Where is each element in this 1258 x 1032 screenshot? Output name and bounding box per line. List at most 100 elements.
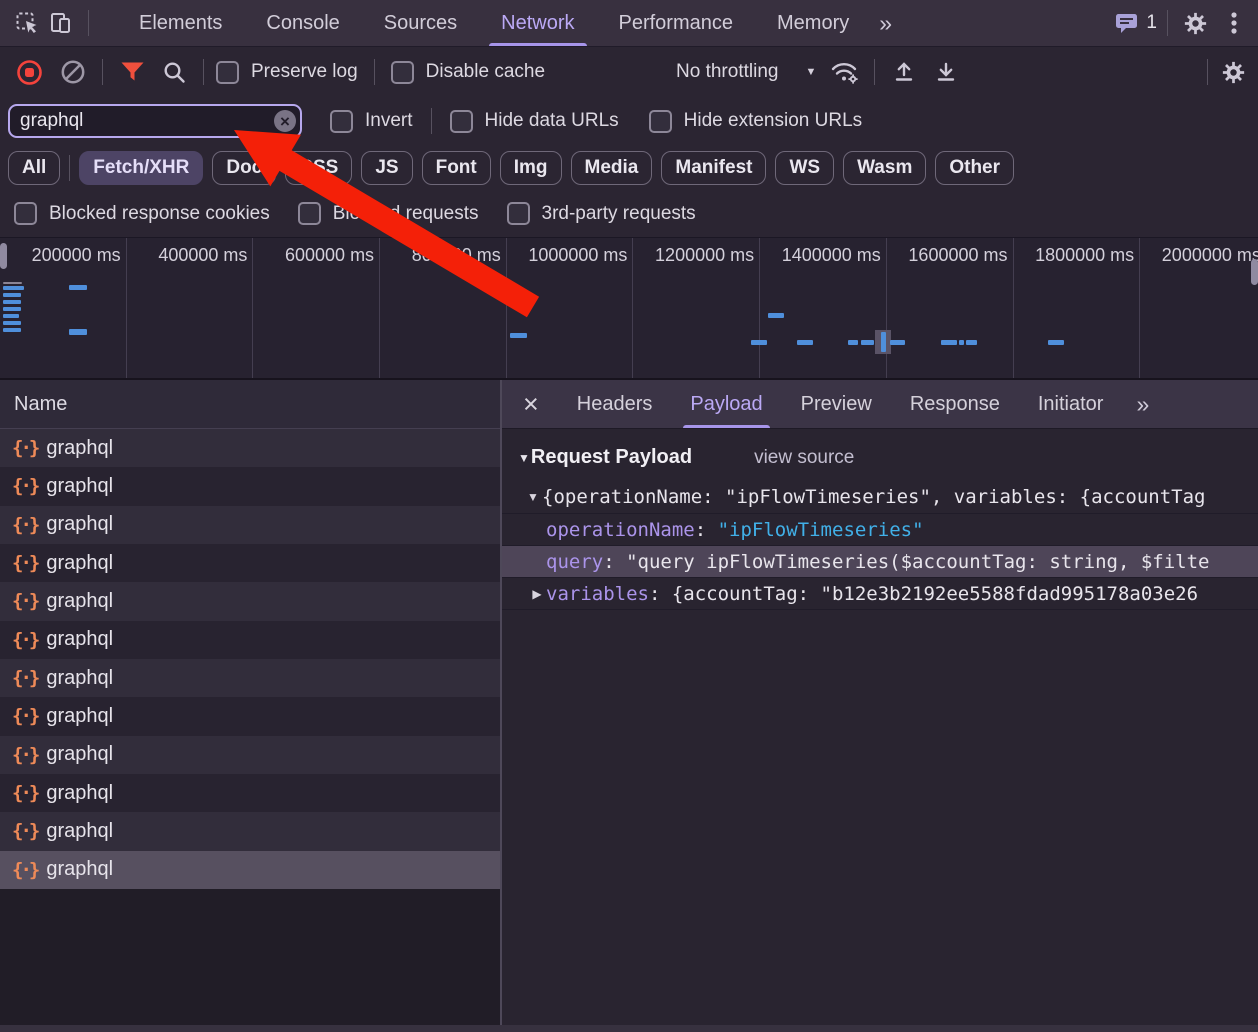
table-row[interactable]: {·} graphql <box>0 505 500 544</box>
timeline-drag-handle[interactable] <box>1251 259 1258 285</box>
checkbox-icon[interactable] <box>14 202 37 225</box>
main-tab-elements[interactable]: Elements <box>117 0 244 46</box>
more-detail-tabs-icon[interactable]: » <box>1128 392 1157 416</box>
hide-data-urls-checkbox[interactable] <box>449 109 473 133</box>
fetch-xhr-icon: {·} <box>12 820 40 843</box>
kebab-menu-icon[interactable] <box>1222 6 1246 40</box>
hide-data-urls-toggle[interactable]: Hide data URLs <box>449 109 619 133</box>
request-name: graphql <box>46 819 114 842</box>
details-tab-payload[interactable]: Payload <box>671 380 781 428</box>
filter-label: 3rd-party requests <box>541 202 696 224</box>
toolbar-divider <box>373 59 375 85</box>
filter-funnel-icon[interactable] <box>115 55 149 89</box>
timeline-drag-handle[interactable] <box>0 243 7 269</box>
details-tab-strip: Headers Payload Preview Response Initiator <box>558 380 1123 428</box>
network-overview-timeline[interactable]: 200000 ms 400000 ms 600000 ms 800000 ms 1000… <box>0 237 1258 380</box>
table-row[interactable]: {·} graphql <box>0 735 500 774</box>
expanded-triangle-icon[interactable]: ▼ <box>524 490 542 504</box>
table-row[interactable]: {·} graphql <box>0 620 500 659</box>
timeline-section: 1800000 ms <box>1014 238 1141 378</box>
type-filter-other[interactable]: Other <box>935 150 1015 185</box>
type-filter-font[interactable]: Font <box>421 150 491 185</box>
request-name: graphql <box>46 589 114 612</box>
payload-pane: ▼ Request Payload view source ▼ {operatio… <box>502 429 1258 1032</box>
import-har-icon[interactable] <box>887 55 921 89</box>
table-row[interactable]: {·} graphql <box>0 850 500 889</box>
details-tab-response[interactable]: Response <box>891 380 1019 428</box>
table-row[interactable]: {·} graphql <box>0 467 500 506</box>
payload-tree-row[interactable]: ▶ variables: {accountTag: "b12e3b2192ee55… <box>502 577 1258 609</box>
table-row[interactable]: {·} graphql <box>0 697 500 736</box>
type-filter-js[interactable]: JS <box>361 150 413 185</box>
type-filter-all[interactable]: All <box>8 150 61 185</box>
blocked-requests-toggle[interactable]: Blocked requests <box>297 202 479 225</box>
type-filter-media[interactable]: Media <box>570 150 653 185</box>
export-har-icon[interactable] <box>929 55 963 89</box>
search-icon[interactable] <box>157 55 191 89</box>
device-toolbar-icon[interactable] <box>44 6 78 40</box>
timeline-section: 1200000 ms <box>633 238 761 378</box>
checkbox-icon[interactable] <box>297 202 321 225</box>
network-settings-gear-icon[interactable] <box>1216 55 1250 89</box>
hide-extension-urls-toggle[interactable]: Hide extension URLs <box>648 109 862 133</box>
type-filter-manifest[interactable]: Manifest <box>661 150 767 185</box>
request-name: graphql <box>46 474 114 497</box>
type-filter-img[interactable]: Img <box>499 150 562 185</box>
type-filter-doc[interactable]: Doc <box>212 150 277 185</box>
invert-checkbox[interactable] <box>330 109 353 133</box>
table-row[interactable]: {·} graphql <box>0 543 500 583</box>
invert-toggle[interactable]: Invert <box>330 109 413 133</box>
filter-input[interactable] <box>8 104 302 138</box>
close-details-icon[interactable]: × <box>502 390 558 418</box>
inspect-element-icon[interactable] <box>10 6 44 40</box>
type-filter-css[interactable]: CSS <box>285 150 353 185</box>
settings-gear-icon[interactable] <box>1178 6 1212 40</box>
preserve-log-checkbox[interactable] <box>216 60 239 84</box>
fetch-xhr-icon: {·} <box>12 437 40 460</box>
name-column-header[interactable]: Name <box>0 380 500 429</box>
timeline-section: 1000000 ms <box>507 238 634 378</box>
main-tab-console[interactable]: Console <box>244 0 361 46</box>
clear-filter-icon[interactable]: × <box>274 110 296 132</box>
payload-tree-row[interactable]: operationName: "ipFlowTimeseries" <box>502 513 1258 545</box>
hide-data-urls-label: Hide data URLs <box>484 110 619 131</box>
fetch-xhr-icon: {·} <box>12 667 40 690</box>
main-tab-performance[interactable]: Performance <box>597 0 756 46</box>
main-tab-network[interactable]: Network <box>479 0 596 46</box>
record-network-log-button[interactable] <box>12 55 46 89</box>
waterfall-bar <box>3 293 21 297</box>
throttling-select[interactable]: No throttling ▼ <box>676 61 816 83</box>
console-messages-badge[interactable]: 1 <box>1114 12 1157 34</box>
table-row[interactable]: {·} graphql <box>0 582 500 621</box>
main-tab-sources[interactable]: Sources <box>362 0 479 46</box>
throttling-value: No throttling <box>676 61 779 82</box>
hide-extension-urls-checkbox[interactable] <box>648 109 672 133</box>
clear-network-log-button[interactable] <box>56 55 90 89</box>
payload-tree-row[interactable]: ▼ {operationName: "ipFlowTimeseries", var… <box>502 481 1258 513</box>
payload-tree-row[interactable]: query: "query ipFlowTimeseries($accountT… <box>502 545 1258 577</box>
timeline-section: 1600000 ms <box>887 238 1014 378</box>
table-row[interactable]: {·} graphql <box>0 812 500 851</box>
disable-cache-toggle[interactable]: Disable cache <box>390 60 545 84</box>
request-payload-section-header[interactable]: ▼ Request Payload view source <box>518 446 1258 469</box>
3rd-party-requests-toggle[interactable]: 3rd-party requests <box>506 202 696 225</box>
network-conditions-icon[interactable] <box>828 55 862 89</box>
table-row[interactable]: {·} graphql <box>0 658 500 698</box>
details-tab-headers[interactable]: Headers <box>558 380 672 428</box>
more-tabs-icon[interactable]: » <box>871 11 900 35</box>
toolbar-right-cluster: 1 <box>1114 6 1258 40</box>
preserve-log-toggle[interactable]: Preserve log <box>216 60 358 84</box>
checkbox-icon[interactable] <box>506 202 530 225</box>
disable-cache-checkbox[interactable] <box>390 60 414 84</box>
collapsed-triangle-icon[interactable]: ▶ <box>528 587 546 601</box>
type-filter-wasm[interactable]: Wasm <box>843 150 927 185</box>
details-tab-preview[interactable]: Preview <box>782 380 891 428</box>
blocked-response-cookies-toggle[interactable]: Blocked response cookies <box>14 202 270 225</box>
table-row[interactable]: {·} graphql <box>0 429 500 468</box>
type-filter-fetch-xhr[interactable]: Fetch/XHR <box>79 150 204 185</box>
type-filter-ws[interactable]: WS <box>775 150 835 185</box>
details-tab-initiator[interactable]: Initiator <box>1019 380 1123 428</box>
table-row[interactable]: {·} graphql <box>0 773 500 813</box>
main-tab-memory[interactable]: Memory <box>755 0 871 46</box>
view-source-link[interactable]: view source <box>754 447 854 469</box>
